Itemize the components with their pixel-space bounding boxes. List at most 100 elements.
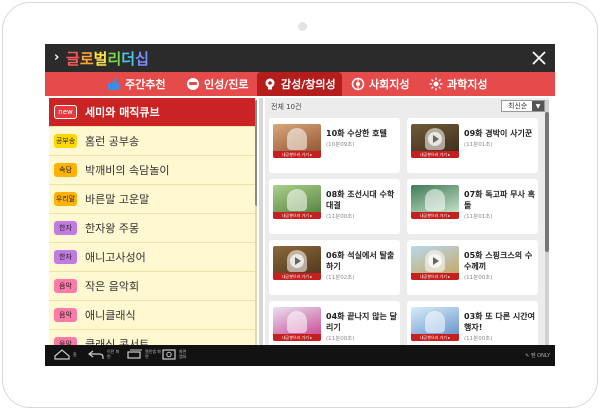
- episode-thumbnail[interactable]: 내공쌓으러 가기 ▸: [411, 185, 459, 219]
- episode-thumbnail[interactable]: 내공쌓으러 가기 ▸: [273, 185, 321, 219]
- episode-title: 08화 조선시대 수학 대결: [326, 190, 395, 210]
- emoji-face-icon: [187, 78, 199, 90]
- pen-only-indicator[interactable]: ✎ 펜 ONLY: [525, 352, 550, 359]
- learn-more-tag[interactable]: 내공쌓으러 가기 ▸: [273, 212, 321, 219]
- category-tab-bar: 주간추천 인성/진로 감성/창의성 사회지성 과학지성: [45, 72, 555, 96]
- series-item[interactable]: 한자 애니고사성어: [49, 243, 255, 272]
- back-button[interactable]: 이전 화면: [87, 348, 121, 360]
- series-label: 바른말 고운말: [85, 193, 150, 206]
- episode-card[interactable]: 내공쌓으러 가기 ▸ 06화 석실에서 탈출하기 (11분02초): [269, 240, 400, 295]
- tab-science-intelligence[interactable]: 과학지성: [429, 72, 487, 96]
- series-item[interactable]: new 세미와 매직큐브: [49, 98, 255, 127]
- episode-thumbnail-figure: [425, 311, 445, 333]
- learn-more-tag[interactable]: 내공쌓으러 가기 ▸: [273, 151, 321, 158]
- series-item[interactable]: 우리말 바른말 고운말: [49, 185, 255, 214]
- episode-thumbnail[interactable]: 내공쌓으러 가기 ▸: [411, 124, 459, 158]
- learn-more-tag[interactable]: 내공쌓으러 가기 ▸: [273, 273, 321, 280]
- episode-title: 05화 스핑크스의 수수께끼: [464, 251, 533, 271]
- episode-list: 전체 10건 최신순 ▼ 내공쌓으러 가기 ▸ 10화 수상한 호텔 (10분09초…: [265, 98, 549, 345]
- episode-thumbnail[interactable]: 내공쌓으러 가기 ▸: [273, 307, 321, 341]
- panel-divider: [259, 98, 263, 345]
- tab-label: 과학지성: [447, 78, 488, 91]
- camera-icon: [162, 349, 176, 360]
- episode-thumbnail[interactable]: 내공쌓으러 가기 ▸: [411, 246, 459, 280]
- thumbs-up-icon: [108, 78, 121, 90]
- sort-dropdown[interactable]: 최신순 ▼: [501, 100, 545, 112]
- episode-duration: (11분02초): [326, 275, 355, 281]
- episode-duration: (11분00초): [464, 275, 493, 281]
- episode-card[interactable]: 내공쌓으러 가기 ▸ 05화 스핑크스의 수수께끼 (11분00초): [407, 240, 538, 295]
- learn-more-tag[interactable]: 내공쌓으러 가기 ▸: [411, 273, 459, 280]
- series-list-scrollbar[interactable]: [255, 100, 257, 345]
- episode-card[interactable]: 내공쌓으러 가기 ▸ 09화 경박이 사기꾼 (11분01초): [407, 118, 538, 173]
- episode-thumbnail[interactable]: 내공쌓으러 가기 ▸: [273, 246, 321, 280]
- episode-thumbnail[interactable]: 내공쌓으러 가기 ▸: [273, 124, 321, 158]
- episode-card[interactable]: 내공쌓으러 가기 ▸ 04화 끝나지 않는 달리기 (11분00초): [269, 301, 400, 345]
- play-icon[interactable]: [290, 254, 304, 268]
- episode-list-scrollbar[interactable]: [545, 100, 549, 345]
- series-item[interactable]: 공부송 홈런 공부송: [49, 127, 255, 156]
- series-badge: new: [54, 105, 77, 119]
- recent-apps-icon: [127, 349, 142, 359]
- episode-thumbnail-figure: [425, 189, 445, 211]
- tab-label: 인성/진로: [204, 78, 249, 91]
- globe-icon: [351, 77, 365, 91]
- screen-capture-button[interactable]: 화면 캡쳐: [161, 348, 189, 360]
- app-title-char: 글: [66, 50, 80, 68]
- scrollbar-thumb[interactable]: [545, 112, 549, 252]
- series-item[interactable]: 음악 작은 음악회: [49, 272, 255, 301]
- episode-title: 04화 끝나지 않는 달리기: [326, 312, 398, 332]
- tab-emotion-creativity[interactable]: 감성/창의성: [257, 72, 342, 96]
- tab-weekly-pick[interactable]: 주간추천: [107, 72, 165, 96]
- episode-card[interactable]: 내공쌓으러 가기 ▸ 10화 수상한 호텔 (10분09초): [269, 118, 400, 173]
- back-icon: [88, 350, 104, 359]
- home-icon: [54, 349, 70, 360]
- series-item[interactable]: 음악 클래식 콘서트: [49, 330, 255, 345]
- series-item[interactable]: 음악 애니클래식: [49, 301, 255, 330]
- recent-apps-button[interactable]: 열린앱 화면: [125, 348, 161, 360]
- series-label: 애니고사성어: [85, 251, 146, 264]
- series-label: 박깨비의 속담놀이: [85, 164, 170, 177]
- series-badge: 한자: [54, 221, 77, 235]
- tab-character-career[interactable]: 인성/진로: [186, 72, 249, 96]
- scrollbar-thumb[interactable]: [255, 100, 257, 206]
- learn-more-tag[interactable]: 내공쌓으러 가기 ▸: [411, 212, 459, 219]
- episode-thumbnail-figure: [287, 189, 307, 211]
- episode-title: 07화 독고파 무사 혹 돌: [464, 190, 536, 210]
- series-label: 세미와 매직큐브: [85, 106, 160, 119]
- episode-duration: (11분00초): [326, 214, 355, 220]
- episode-duration: (11분01초): [464, 214, 493, 220]
- screen-capture-label: 화면 캡쳐: [179, 349, 187, 359]
- learn-more-tag[interactable]: 내공쌓으러 가기 ▸: [273, 334, 321, 341]
- app-title-char: 벌: [93, 50, 108, 68]
- pen-only-label: 펜 ONLY: [530, 353, 550, 359]
- episode-thumbnail-figure: [287, 128, 307, 150]
- pen-icon: ✎: [525, 353, 530, 359]
- episode-duration: (11분01초): [464, 142, 493, 148]
- system-nav-bar: 홈 이전 화면 열린앱 화면 화면 캡쳐 ✎ 펜 ONLY: [45, 345, 555, 366]
- home-button[interactable]: 홈: [53, 348, 77, 360]
- back-label: 이전 화면: [107, 349, 120, 359]
- close-icon[interactable]: [531, 50, 547, 66]
- learn-more-tag[interactable]: 내공쌓으러 가기 ▸: [411, 334, 459, 341]
- app-title-char: 로: [79, 50, 94, 68]
- learn-more-tag[interactable]: 내공쌓으러 가기 ▸: [411, 151, 459, 158]
- episode-title: 09화 경박이 사기꾼: [464, 129, 533, 138]
- series-badge: 음악: [54, 337, 77, 345]
- play-icon[interactable]: [428, 132, 442, 146]
- app-title-char: 리: [107, 50, 122, 68]
- episode-thumbnail[interactable]: 내공쌓으러 가기 ▸: [411, 307, 459, 341]
- episode-card[interactable]: 내공쌓으러 가기 ▸ 08화 조선시대 수학 대결 (11분00초): [269, 179, 400, 234]
- episode-card[interactable]: 내공쌓으러 가기 ▸ 07화 독고파 무사 혹 돌 (11분01초): [407, 179, 538, 234]
- tab-label: 주간추천: [125, 78, 166, 91]
- series-label: 홈런 공부송: [85, 135, 140, 148]
- episode-card[interactable]: 내공쌓으러 가기 ▸ 03화 또 다른 시간여행자! (11분00초): [407, 301, 538, 345]
- series-badge: 한자: [54, 250, 77, 264]
- series-item[interactable]: 속담 박깨비의 속담놀이: [49, 156, 255, 185]
- tab-social-intelligence[interactable]: 사회지성: [351, 72, 409, 96]
- play-icon[interactable]: [428, 254, 442, 268]
- camera-dot: [298, 22, 307, 31]
- app-title-char: 십: [135, 50, 149, 68]
- episode-count: 전체 10건: [271, 103, 302, 111]
- series-item[interactable]: 한자 한자왕 주몽: [49, 214, 255, 243]
